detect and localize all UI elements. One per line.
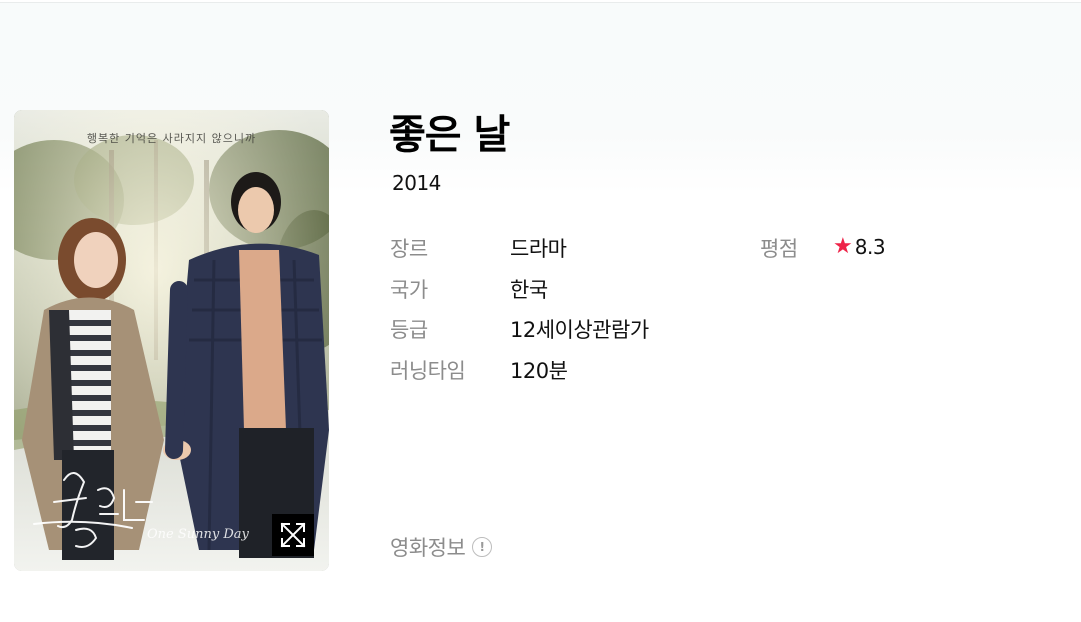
movie-poster[interactable]: One Sunny Day 행복한 기억은 사라지지 않으니까	[14, 110, 329, 571]
poster-illustration: One Sunny Day	[14, 110, 329, 571]
genre-value: 드라마	[510, 237, 567, 261]
info-icon[interactable]: !	[472, 537, 493, 557]
poster-subtitle: One Sunny Day	[147, 527, 250, 542]
movie-year: 2014	[392, 171, 441, 195]
score-value: 8.3	[854, 235, 886, 259]
runtime-label: 러닝타임	[390, 359, 466, 383]
genre-label: 장르	[390, 237, 428, 261]
star-icon: ★	[833, 234, 853, 259]
score-label: 평점	[760, 237, 798, 261]
country-value: 한국	[510, 278, 548, 302]
runtime-value: 120분	[510, 359, 568, 383]
poster-tagline: 행복한 기억은 사라지지 않으니까	[86, 132, 257, 145]
age-rating-label: 등급	[390, 318, 428, 342]
expand-poster-button[interactable]	[272, 514, 314, 556]
movie-title: 좋은 날	[389, 112, 510, 158]
age-rating-value: 12세이상관람가	[510, 318, 649, 342]
movie-info-label: 영화정보	[390, 536, 466, 560]
movie-info-link[interactable]: 영화정보 !	[390, 532, 493, 562]
country-label: 국가	[390, 278, 428, 302]
expand-arrows-icon	[280, 522, 306, 548]
score-rating: ★ 8.3	[833, 234, 886, 260]
